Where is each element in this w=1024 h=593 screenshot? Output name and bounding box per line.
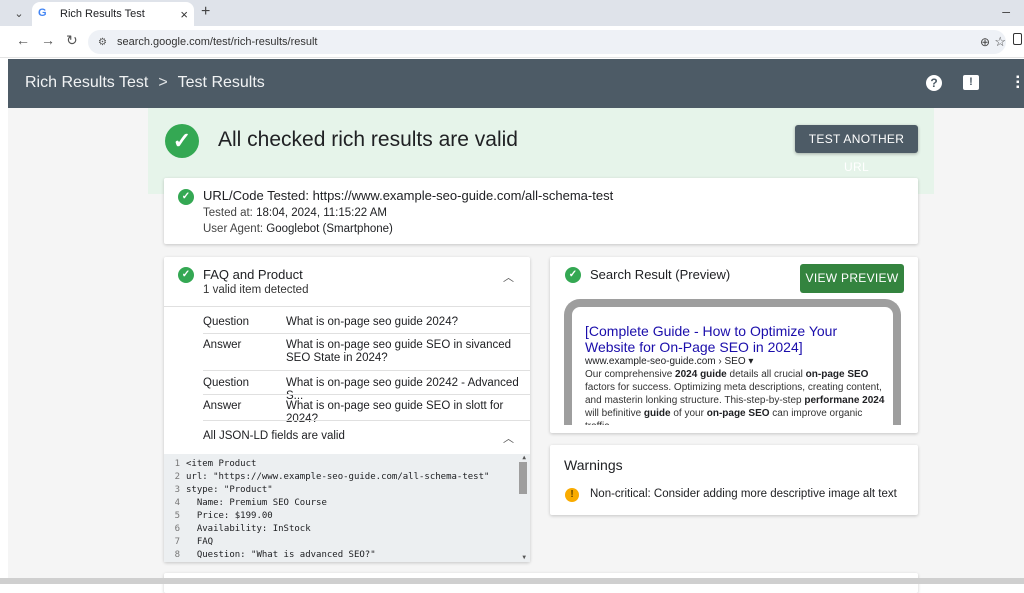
bookmark-star-icon[interactable]: ☆ xyxy=(994,34,1006,50)
help-icon[interactable]: ? xyxy=(926,75,942,91)
site-info-icon[interactable]: ⚙ xyxy=(98,37,107,48)
faq-row-key: Answer xyxy=(203,400,242,412)
reload-icon[interactable]: ↻ xyxy=(66,32,78,49)
divider xyxy=(203,333,530,334)
check-circle-icon: ✓ xyxy=(565,267,581,283)
valid-check-icon: ✓ xyxy=(165,124,199,158)
divider xyxy=(164,306,530,307)
code-line: 1 <item Product xyxy=(174,459,257,469)
feedback-icon[interactable]: ! xyxy=(963,75,979,90)
faq-row: Question What is on-page seo guide 2024? xyxy=(203,316,523,329)
serp-result-url: www.example-seo-guide.com › SEO ▾ xyxy=(585,356,754,367)
zoom-icon[interactable]: ⊕ xyxy=(980,35,990,49)
faq-row-value: What is on-page seo guide SEO in sivance… xyxy=(286,339,512,364)
user-agent-label: User Agent: xyxy=(203,223,264,235)
code-line: 3 stype: "Product" xyxy=(174,485,273,495)
view-preview-button[interactable]: VIEW PREVIEW xyxy=(800,264,904,293)
code-line: 5 Price: $199.00 xyxy=(174,511,273,521)
address-url: search.google.com/test/rich-results/resu… xyxy=(116,36,318,48)
faq-row: Answer What is on-page seo guide SEO in … xyxy=(203,339,523,365)
preview-card-title: Search Result (Preview) xyxy=(590,267,731,282)
code-viewer[interactable]: 1 <item Product 2 url: "https://www.exampl… xyxy=(164,454,530,562)
user-agent-value: Googlebot (Smartphone) xyxy=(266,223,393,235)
horizontal-scrollbar[interactable] xyxy=(0,578,1024,584)
scroll-down-icon[interactable]: ▼ xyxy=(522,554,526,561)
faq-card-title: FAQ and Product xyxy=(203,267,303,282)
tab-search-chevron-icon[interactable]: ⌄ xyxy=(8,4,30,22)
tab-title: Rich Results Test xyxy=(60,8,145,20)
new-tab-button[interactable]: + xyxy=(201,3,210,21)
faq-card-subtitle: 1 valid item detected xyxy=(203,284,309,296)
code-line: 2 url: "https://www.example-seo-guide.com… xyxy=(174,472,490,482)
check-circle-icon: ✓ xyxy=(178,189,194,205)
collapse-chevron-icon[interactable]: ︿ xyxy=(503,269,514,285)
google-favicon-icon: G xyxy=(38,7,47,19)
results-content: ✓ All checked rich results are valid TES… xyxy=(8,108,1024,593)
tested-at-label: Tested at: xyxy=(203,207,253,219)
code-line: 7 FAQ xyxy=(174,537,214,547)
snippet-bold-text: on-page SEO xyxy=(706,408,770,419)
snippet-text: of your xyxy=(670,408,707,419)
browser-toolbar: ← → ↻ ⚙ search.google.com/test/rich-resu… xyxy=(0,26,1024,58)
code-line: 6 Availability: InStock xyxy=(174,524,311,534)
faq-row-value: What is on-page seo guide SEO in slott f… xyxy=(286,400,504,425)
test-another-url-button[interactable]: TEST ANOTHER URL xyxy=(795,125,918,174)
address-bar[interactable]: ⚙ search.google.com/test/rich-results/re… xyxy=(88,30,1006,54)
snippet-text: Our comprehensive xyxy=(585,369,676,380)
browser-tabstrip: ⌄ G Rich Results Test × + – xyxy=(0,0,1024,26)
jsonld-status: All JSON-LD fields are valid xyxy=(203,430,345,442)
user-agent-line: User Agent: Googlebot (Smartphone) xyxy=(203,223,393,235)
snippet-bold-text: on-page SEO xyxy=(805,369,869,380)
faq-row-value: What is on-page seo guide 2024? xyxy=(286,316,458,328)
back-icon[interactable]: ← xyxy=(16,32,30,48)
url-tested-line: URL/Code Tested: https://www.example-seo… xyxy=(203,188,613,203)
faq-product-card: ✓ FAQ and Product 1 valid item detected … xyxy=(164,257,530,562)
breadcrumb-separator: > xyxy=(158,74,168,91)
apps-grid-icon[interactable]: ▪ ▪ ▪ xyxy=(1016,73,1024,93)
side-panel-icon[interactable] xyxy=(1013,33,1022,45)
jsonld-collapse-chevron-icon[interactable]: ︿ xyxy=(503,430,514,446)
serp-result-title[interactable]: [Complete Guide - How to Optimize Your W… xyxy=(585,323,885,355)
snippet-text: details all crucial xyxy=(726,369,806,380)
url-tested-value: https://www.example-seo-guide.com/all-sc… xyxy=(312,188,614,203)
faq-row: Answer What is on-page seo guide SEO in … xyxy=(203,400,523,426)
page-title: All checked rich results are valid xyxy=(218,128,518,151)
check-circle-icon: ✓ xyxy=(178,267,194,283)
url-tested-label: URL/Code Tested: xyxy=(203,188,309,203)
serp-result-snippet: Our comprehensive 2024 guide details all… xyxy=(585,368,890,425)
warnings-card: Warnings ! Non-critical: Consider adding… xyxy=(550,445,918,515)
divider xyxy=(203,394,530,395)
minimize-icon[interactable]: – xyxy=(1002,3,1010,19)
tested-at-value: 18:04, 2024, 11:15:22 AM xyxy=(256,207,387,219)
faq-row-key: Question xyxy=(203,316,250,328)
snippet-bold-text: 2024 guide xyxy=(675,369,727,380)
code-scrollbar[interactable] xyxy=(519,462,527,494)
breadcrumb-home[interactable]: Rich Results Test xyxy=(25,74,148,92)
divider xyxy=(203,420,530,421)
warning-item: Non-critical: Consider adding more descr… xyxy=(590,488,897,500)
snippet-text: will befinitive xyxy=(585,408,644,419)
code-line: 4 Name: Premium SEO Course xyxy=(174,498,327,508)
search-preview-card: ✓ Search Result (Preview) VIEW PREVIEW [… xyxy=(550,257,918,433)
tested-at-line: Tested at: 18:04, 2024, 11:15:22 AM xyxy=(203,207,387,219)
url-tested-card: ✓ URL/Code Tested: https://www.example-s… xyxy=(164,178,918,244)
phone-preview-frame: [Complete Guide - How to Optimize Your W… xyxy=(564,299,901,425)
browser-tab[interactable]: G Rich Results Test × xyxy=(32,2,194,26)
warnings-title: Warnings xyxy=(564,457,623,473)
faq-row-key: Answer xyxy=(203,339,242,351)
divider xyxy=(203,370,530,371)
app-header: Rich Results Test > Test Results ? ! ▪ ▪ ▪ xyxy=(8,59,1024,108)
warning-icon: ! xyxy=(565,488,579,502)
scroll-up-icon[interactable]: ▲ xyxy=(522,454,526,461)
tab-close-icon[interactable]: × xyxy=(180,7,188,22)
breadcrumb: Rich Results Test > Test Results xyxy=(25,74,265,92)
snippet-bold-text: guide xyxy=(643,408,671,419)
code-line: 8 Question: "What is advanced SEO?" xyxy=(174,550,376,560)
forward-icon[interactable]: → xyxy=(41,32,55,48)
breadcrumb-current: Test Results xyxy=(177,74,265,91)
snippet-bold-text: performane 2024 xyxy=(804,395,885,406)
